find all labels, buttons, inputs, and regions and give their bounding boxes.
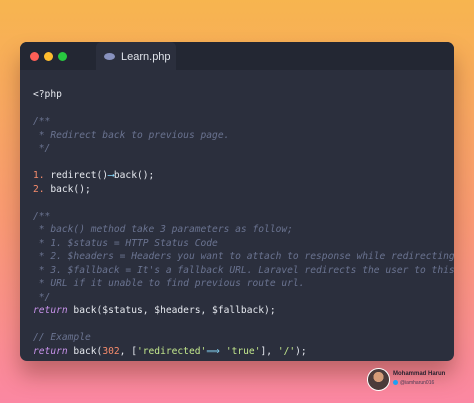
author-handle: @iamharun016 [400,380,435,386]
code-token-string: '/' [277,345,296,357]
code-token-plain: ], [260,345,278,357]
code-token-comment: */ [33,291,51,303]
code-line: * 3. $fallback = It's a fallback URL. La… [33,264,454,278]
code-token-comment: * Redirect back to previous page. [33,129,230,141]
code-line: <?php [33,88,454,102]
code-token-number: 1. [33,170,51,181]
maximize-window-button[interactable] [58,52,67,61]
code-token-plain: back(); [50,183,91,195]
code-token-comment: * back() method take 3 parameters as fol… [33,224,293,235]
code-token-plain: back( [67,345,103,357]
code-line: */ [33,142,454,156]
code-token-plain: back($status, $headers, $fallback); [67,305,276,316]
code-line: return back($status, $headers, $fallback… [33,304,454,318]
title-bar: Learn.php [20,42,454,71]
code-line: * 1. $status = HTTP Status Code [33,237,454,251]
code-token-comment: */ [33,143,51,154]
code-token-number: 2. [33,183,51,195]
code-token-number: 302 [102,345,120,357]
code-line: 1. redirect()⟶back(); [33,169,454,183]
code-token-comment: * URL if it unable to find previous rout… [33,278,305,289]
close-window-button[interactable] [30,52,39,61]
code-token-comment: /** [33,116,51,127]
code-token-plain: ); [295,345,307,357]
code-token-plain: redirect() [50,170,109,181]
code-line: * 2. $headers = Headers you want to atta… [33,250,454,264]
code-token-keyword: return [33,345,68,357]
code-line: * back() method take 3 parameters as fol… [33,223,454,237]
code-token-plain: , [ [119,345,137,357]
code-token-plain: back(); [113,170,155,181]
code-line: * URL if it unable to find previous rout… [33,277,454,291]
code-line: 2. back(); [33,183,454,197]
php-file-icon [104,53,115,60]
code-window: Learn.php <?php /** * Redirect back to p… [20,42,454,361]
code-token-comment: // Example [33,332,91,343]
code-token-comment: /** [33,210,51,222]
author-name: Mohammad Harun [393,371,446,377]
code-token-comment: * 3. $fallback = It's a fallback URL. La… [33,264,454,276]
code-line: /** [33,115,454,129]
tab-label: Learn.php [121,50,171,63]
author-badge: Mohammad Harun @iamharun016 [367,368,457,391]
code-editor[interactable]: <?php /** * Redirect back to previous pa… [33,88,454,358]
tab-learn-php[interactable]: Learn.php [96,42,176,71]
code-token-comment: * 2. $headers = Headers you want to atta… [33,251,454,262]
code-line: return back(302, ['redirected'⟹ 'true'],… [33,345,454,359]
code-token-plain: <?php [33,89,62,100]
code-line: */ [33,291,454,305]
twitter-icon [393,380,398,386]
code-line: /** [33,210,454,224]
avatar [367,368,390,391]
code-token-comment: * 1. $status = HTTP Status Code [33,237,218,249]
code-token-string: 'redirected' [136,345,207,357]
author-handle-row: @iamharun016 [393,380,434,386]
code-line: * Redirect back to previous page. [33,129,454,143]
code-token-keyword: return [33,305,68,316]
code-token-operator: ⟹ [206,345,221,357]
code-token-string: 'true' [225,345,261,357]
code-line: // Example [33,331,454,345]
minimize-window-button[interactable] [44,52,53,61]
